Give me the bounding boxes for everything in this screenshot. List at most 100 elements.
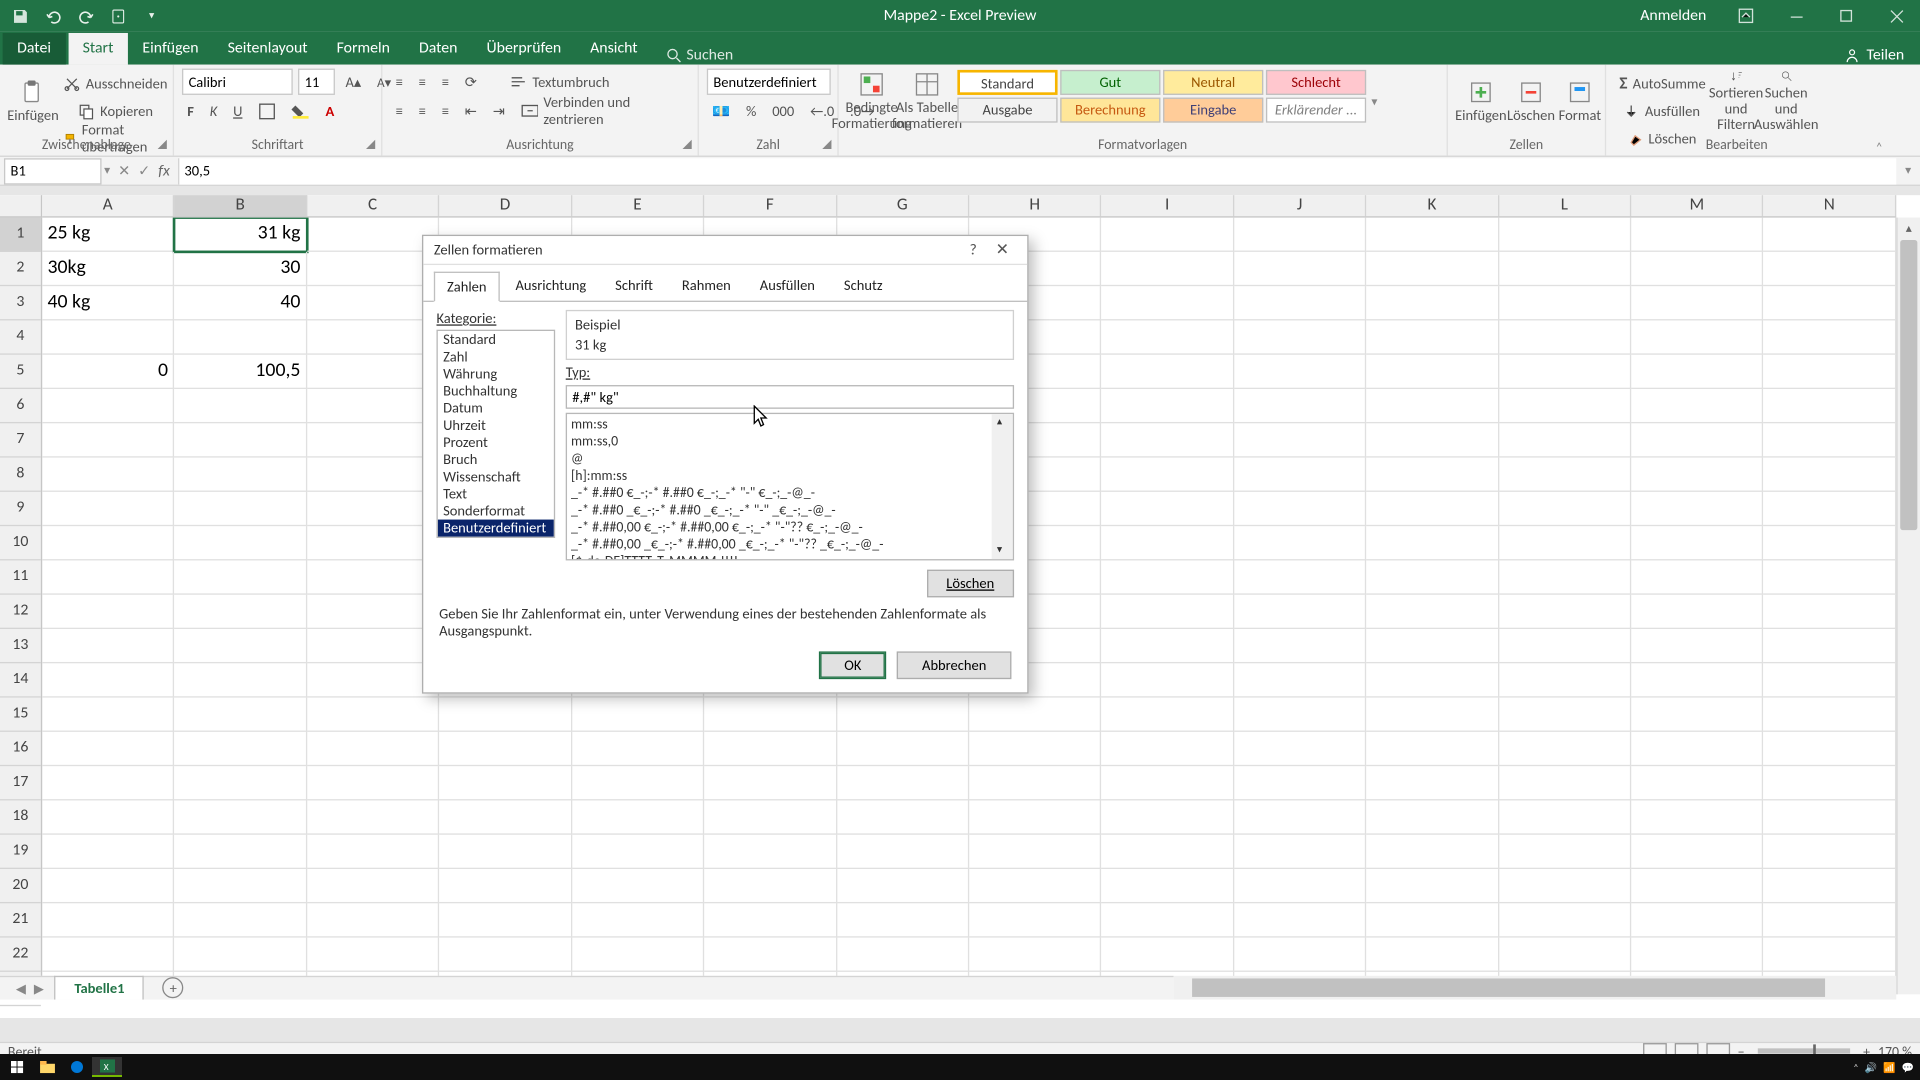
formula-bar[interactable] bbox=[178, 158, 1896, 184]
cell-B7[interactable] bbox=[175, 423, 307, 457]
tray-volume-icon[interactable]: 🔊 bbox=[1865, 1061, 1877, 1074]
cell-N18[interactable] bbox=[1764, 800, 1896, 834]
cell-E18[interactable] bbox=[572, 800, 704, 834]
cell-B16[interactable] bbox=[175, 732, 307, 766]
cell-L15[interactable] bbox=[1499, 698, 1631, 732]
cell-H19[interactable] bbox=[969, 835, 1101, 869]
tray-chevron-icon[interactable]: ˄ bbox=[1853, 1061, 1858, 1074]
cell-A21[interactable] bbox=[42, 903, 174, 937]
cell-L9[interactable] bbox=[1499, 492, 1631, 526]
cell-B20[interactable] bbox=[175, 869, 307, 903]
cell-N12[interactable] bbox=[1764, 595, 1896, 629]
number-launcher-icon[interactable]: ◢ bbox=[819, 137, 835, 153]
name-box[interactable] bbox=[4, 158, 102, 184]
category-0[interactable]: Standard bbox=[438, 331, 554, 348]
category-7[interactable]: Bruch bbox=[438, 451, 554, 468]
cell-A22[interactable] bbox=[42, 938, 174, 972]
align-right-icon[interactable]: ≡ bbox=[436, 98, 454, 124]
comma-icon[interactable]: 000 bbox=[767, 98, 800, 124]
cell-G19[interactable] bbox=[837, 835, 969, 869]
category-1[interactable]: Zahl bbox=[438, 348, 554, 365]
tab-file[interactable]: Datei bbox=[3, 33, 66, 65]
cell-B5[interactable]: 100,5 bbox=[175, 355, 307, 389]
cell-K21[interactable] bbox=[1366, 903, 1498, 937]
cell-D16[interactable] bbox=[439, 732, 571, 766]
merge-button[interactable]: Verbinden und zentrieren bbox=[515, 98, 689, 124]
cell-B14[interactable] bbox=[175, 663, 307, 697]
cell-D19[interactable] bbox=[439, 835, 571, 869]
cell-M15[interactable] bbox=[1631, 698, 1763, 732]
percent-icon[interactable]: % bbox=[741, 98, 762, 124]
cell-A8[interactable] bbox=[42, 458, 174, 492]
row-header-1[interactable]: 1 bbox=[0, 218, 41, 252]
cell-N16[interactable] bbox=[1764, 732, 1896, 766]
excel-taskbar-icon[interactable]: X bbox=[92, 1057, 122, 1077]
col-header-G[interactable]: G bbox=[837, 195, 969, 216]
cell-C18[interactable] bbox=[307, 800, 439, 834]
cell-B13[interactable] bbox=[175, 629, 307, 663]
cell-M10[interactable] bbox=[1631, 526, 1763, 560]
cell-N19[interactable] bbox=[1764, 835, 1896, 869]
col-header-D[interactable]: D bbox=[439, 195, 571, 216]
cell-M13[interactable] bbox=[1631, 629, 1763, 663]
autosum-button[interactable]: ΣAutoSumme bbox=[1614, 70, 1711, 96]
cell-B8[interactable] bbox=[175, 458, 307, 492]
cell-L5[interactable] bbox=[1499, 355, 1631, 389]
indent-icon[interactable]: ⇥ bbox=[487, 98, 510, 124]
as-table-button[interactable]: Als Tabelle formatieren bbox=[902, 67, 952, 136]
underline-button[interactable]: U bbox=[228, 98, 248, 124]
row-header-7[interactable]: 7 bbox=[0, 423, 41, 457]
cell-K14[interactable] bbox=[1366, 663, 1498, 697]
cell-J1[interactable] bbox=[1234, 218, 1366, 252]
cell-K2[interactable] bbox=[1366, 252, 1498, 286]
cell-I12[interactable] bbox=[1102, 595, 1234, 629]
cell-L8[interactable] bbox=[1499, 458, 1631, 492]
cell-N4[interactable] bbox=[1764, 320, 1896, 354]
cell-C21[interactable] bbox=[307, 903, 439, 937]
cut-button[interactable]: Ausschneiden bbox=[58, 70, 173, 96]
cell-N13[interactable] bbox=[1764, 629, 1896, 663]
dialog-close-icon[interactable]: ✕ bbox=[988, 240, 1017, 260]
cell-L7[interactable] bbox=[1499, 423, 1631, 457]
cell-M16[interactable] bbox=[1631, 732, 1763, 766]
cell-B21[interactable] bbox=[175, 903, 307, 937]
cell-D17[interactable] bbox=[439, 766, 571, 800]
cell-I22[interactable] bbox=[1102, 938, 1234, 972]
row-headers[interactable]: 1234567891011121314151617181920212223 bbox=[0, 218, 42, 994]
cell-I1[interactable] bbox=[1102, 218, 1234, 252]
cell-N20[interactable] bbox=[1764, 869, 1896, 903]
cell-A17[interactable] bbox=[42, 766, 174, 800]
cell-N21[interactable] bbox=[1764, 903, 1896, 937]
cell-B12[interactable] bbox=[175, 595, 307, 629]
collapse-ribbon-icon[interactable]: ˄ bbox=[1867, 65, 1891, 156]
touch-icon[interactable] bbox=[104, 3, 133, 29]
cell-L14[interactable] bbox=[1499, 663, 1631, 697]
ribbon-search[interactable]: Suchen bbox=[652, 46, 746, 64]
cell-B17[interactable] bbox=[175, 766, 307, 800]
cell-C11[interactable] bbox=[307, 560, 439, 594]
cancel-button[interactable]: Abbrechen bbox=[897, 651, 1011, 679]
cell-I11[interactable] bbox=[1102, 560, 1234, 594]
cell-M19[interactable] bbox=[1631, 835, 1763, 869]
category-6[interactable]: Prozent bbox=[438, 434, 554, 451]
cell-B6[interactable] bbox=[175, 389, 307, 423]
font-name-input[interactable] bbox=[182, 69, 293, 95]
cell-B10[interactable] bbox=[175, 526, 307, 560]
cell-L22[interactable] bbox=[1499, 938, 1631, 972]
increase-font-icon[interactable]: A▴ bbox=[340, 69, 366, 95]
cell-I7[interactable] bbox=[1102, 423, 1234, 457]
cell-A4[interactable] bbox=[42, 320, 174, 354]
minimize-icon[interactable] bbox=[1772, 0, 1819, 32]
cell-I14[interactable] bbox=[1102, 663, 1234, 697]
cell-J12[interactable] bbox=[1234, 595, 1366, 629]
dialog-tab-1[interactable]: Ausrichtung bbox=[502, 270, 599, 300]
cell-I5[interactable] bbox=[1102, 355, 1234, 389]
cell-C12[interactable] bbox=[307, 595, 439, 629]
cell-F15[interactable] bbox=[704, 698, 836, 732]
cell-K7[interactable] bbox=[1366, 423, 1498, 457]
cell-C19[interactable] bbox=[307, 835, 439, 869]
tab-review[interactable]: Überprüfen bbox=[472, 33, 576, 65]
row-header-6[interactable]: 6 bbox=[0, 389, 41, 423]
cell-B4[interactable] bbox=[175, 320, 307, 354]
style-berechnung[interactable]: Berechnung bbox=[1060, 98, 1160, 123]
